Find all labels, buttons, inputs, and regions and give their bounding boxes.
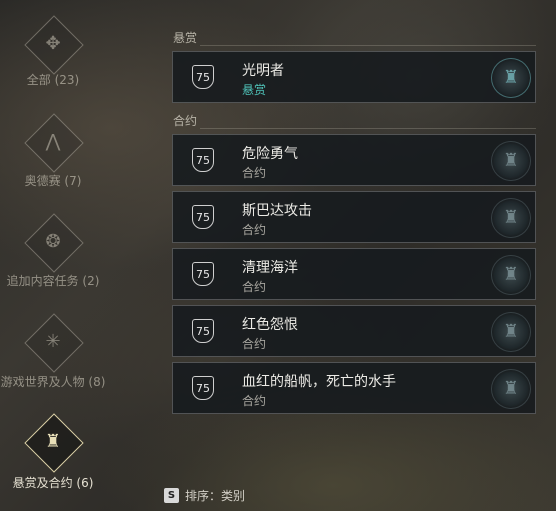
bounty-emblem-icon: ♜ [491,58,531,98]
sort-label: 排序：类别 [185,489,246,503]
quest-type: 合约 [242,280,267,294]
quest-type: 合约 [242,223,267,237]
quest-title: 斯巴达攻击 [242,203,312,219]
category-glyph: ♜ [44,431,62,452]
category-label: 游戏世界及人物 (8) [0,375,106,389]
level-badge: 75 [192,376,214,400]
category-sidebar: ✥ 全部 (23) ⋀ 奥德赛 (7) ❂ 追加内容任务 (2) ✳ 游戏世界及… [0,0,110,511]
quest-title: 血红的船帆，死亡的水手 [242,374,396,390]
quest-type: 合约 [242,166,267,180]
quest-type: 合约 [242,394,267,408]
s-key-icon: S [164,488,179,503]
quest-type: 悬赏 [242,83,267,97]
section-header-contracts: 合约 [173,114,198,128]
level-badge: 75 [192,205,214,229]
quest-title: 红色怨恨 [242,317,298,333]
quest-title: 危险勇气 [242,146,298,162]
category-glyph: ⋀ [45,131,61,152]
contract-emblem-icon: ♜ [491,312,531,352]
quest-row[interactable]: 75 危险勇气 合约 ♜ [172,134,536,186]
section-header-bounty: 悬赏 [173,31,198,45]
category-glyph: ✳ [45,331,61,352]
level-badge: 75 [192,148,214,172]
contract-emblem-icon: ♜ [491,198,531,238]
category-label: 奥德赛 (7) [24,174,82,188]
contract-emblem-icon: ♜ [491,369,531,409]
quest-title: 光明者 [242,63,284,79]
category-glyph: ✥ [45,33,61,54]
category-glyph: ❂ [45,231,61,252]
contract-emblem-icon: ♜ [491,141,531,181]
contract-emblem-icon: ♜ [491,255,531,295]
quest-row[interactable]: 75 斯巴达攻击 合约 ♜ [172,191,536,243]
category-label: 全部 (23) [26,73,80,87]
section-divider [200,128,536,129]
quest-row[interactable]: 75 红色怨恨 合约 ♜ [172,305,536,357]
category-label: 追加内容任务 (2) [6,274,100,288]
quest-row[interactable]: 75 清理海洋 合约 ♜ [172,248,536,300]
category-label: 悬赏及合约 (6) [12,476,94,490]
level-badge: 75 [192,319,214,343]
quest-row[interactable]: 75 血红的船帆，死亡的水手 合约 ♜ [172,362,536,414]
section-divider [200,45,536,46]
sort-control[interactable]: S 排序：类别 [164,487,245,504]
quest-type: 合约 [242,337,267,351]
quest-row[interactable]: 75 光明者 悬赏 ♜ [172,51,536,103]
level-badge: 75 [192,262,214,286]
quest-title: 清理海洋 [242,260,298,276]
level-badge: 75 [192,65,214,89]
